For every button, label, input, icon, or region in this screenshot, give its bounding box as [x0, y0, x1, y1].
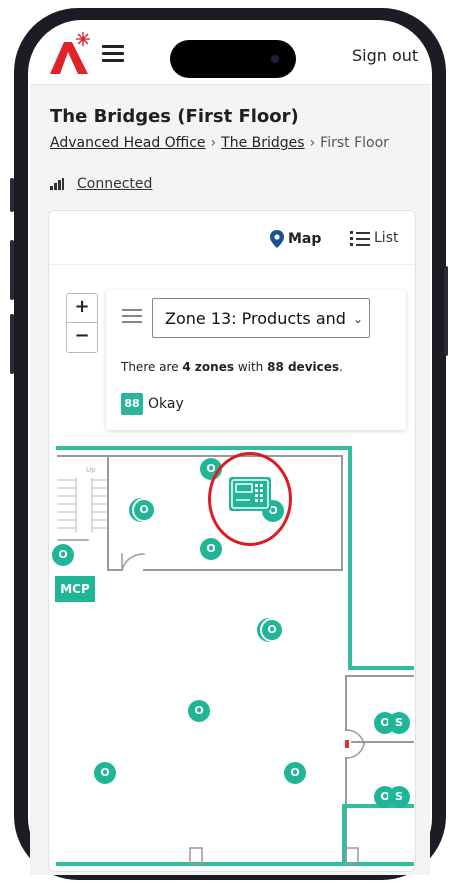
zone-summary: There are 4 zones with 88 devices. [121, 360, 343, 374]
detector-device[interactable]: O [200, 538, 222, 560]
detector-device[interactable]: O [132, 498, 156, 522]
zone-select-value: Zone 13: Products and [165, 309, 346, 328]
device-count: 88 devices [267, 360, 340, 374]
highlight-circle [208, 452, 292, 546]
list-toggle-label: List [374, 230, 399, 246]
zone-list-menu-icon[interactable] [122, 309, 142, 325]
breadcrumb: Advanced Head Office › The Bridges › First F… [50, 135, 389, 151]
detector-device[interactable]: O [94, 762, 116, 784]
signal-icon [50, 178, 66, 190]
zoom-in-button[interactable]: + [67, 294, 97, 323]
header-divider [30, 84, 430, 85]
menu-icon[interactable] [102, 45, 124, 63]
breadcrumb-head-office[interactable]: Advanced Head Office [50, 135, 206, 151]
map-view-toggle[interactable]: Map [270, 230, 321, 248]
summary-suffix: . [339, 360, 343, 374]
manual-call-point[interactable]: MCP [55, 576, 95, 602]
zone-count: 4 zones [182, 360, 234, 374]
zoom-controls: + − [66, 293, 98, 353]
sounder-device[interactable]: S [388, 712, 410, 734]
detector-device[interactable]: O [188, 700, 210, 722]
status-badge: 88 [121, 393, 143, 415]
list-view-toggle[interactable]: List [350, 230, 398, 246]
phone-volume-up [10, 240, 14, 300]
sounder-device[interactable]: S [388, 786, 410, 808]
breadcrumb-the-bridges[interactable]: The Bridges [221, 135, 304, 151]
map-pin-icon [270, 230, 284, 248]
list-icon [350, 230, 370, 246]
zone-select[interactable]: Zone 13: Products and ⌄ [152, 298, 370, 338]
detector-device[interactable]: O [260, 618, 284, 642]
map-toggle-label: Map [288, 231, 322, 247]
connection-status-link[interactable]: Connected [77, 176, 152, 192]
breadcrumb-current: First Floor [320, 135, 389, 151]
page-title: The Bridges (First Floor) [50, 106, 299, 127]
detector-device[interactable]: O [52, 544, 74, 566]
detector-device[interactable]: O [284, 762, 306, 784]
phone-power-button [444, 266, 448, 356]
chevron-down-icon: ⌄ [352, 312, 363, 326]
chevron-right-icon: › [309, 135, 316, 151]
summary-mid: with [234, 360, 268, 374]
summary-prefix: There are [121, 360, 183, 374]
phone-volume-down [10, 314, 14, 374]
stair-label: Up [86, 466, 96, 474]
camera-dot [271, 55, 279, 63]
sign-out-link[interactable]: Sign out [352, 46, 418, 65]
chevron-right-icon: › [210, 135, 217, 151]
logo[interactable] [48, 30, 92, 76]
status-label: Okay [148, 396, 184, 412]
phone-mute-switch [10, 178, 14, 212]
toggle-divider [48, 264, 414, 265]
zoom-out-button[interactable]: − [67, 323, 97, 351]
